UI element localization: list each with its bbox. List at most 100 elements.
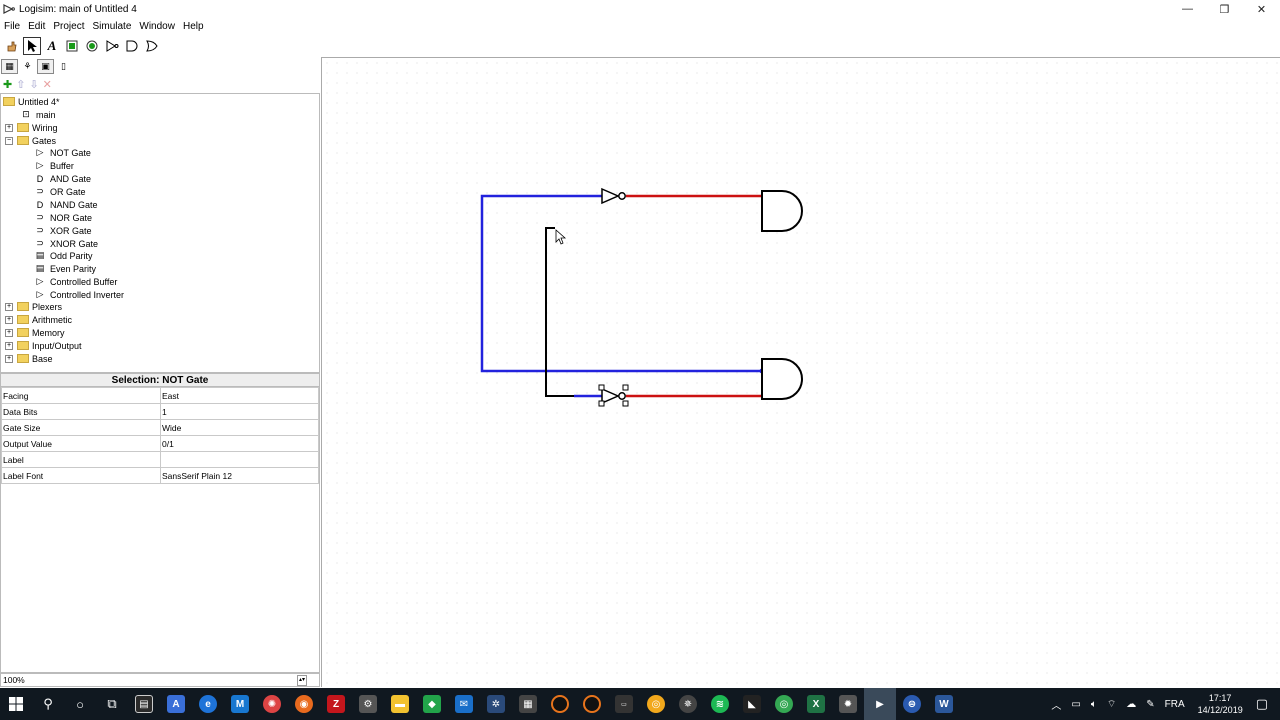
tree-circuit-main[interactable]: ⊡ main (20, 108, 55, 121)
attr-value[interactable]: 0/1 (160, 435, 319, 452)
attr-row-output-value[interactable]: Output Value 0/1 (1, 435, 319, 452)
edge-icon[interactable]: e (192, 688, 224, 720)
app-star-icon[interactable]: ✵ (672, 688, 704, 720)
settings-gear-icon[interactable]: ⚙ (352, 688, 384, 720)
and-gate-bottom[interactable] (761, 358, 803, 400)
tray-chevron-up-icon[interactable]: ︿ (1046, 697, 1066, 712)
tree-folder-wiring[interactable]: + Wiring (5, 121, 58, 134)
input-pin-icon[interactable] (63, 37, 81, 55)
expand-icon[interactable]: + (5, 315, 13, 324)
and-gate-tool-icon[interactable] (123, 37, 141, 55)
zoom-spinner[interactable]: ▴▾ (297, 675, 307, 686)
menu-edit[interactable]: Edit (24, 21, 49, 32)
chrome-icon[interactable]: ◎ (768, 688, 800, 720)
search-icon[interactable]: ⚲ (32, 688, 64, 720)
app-gear-blue-icon[interactable]: ✲ (480, 688, 512, 720)
menu-window[interactable]: Window (135, 21, 179, 32)
menu-file[interactable]: File (0, 21, 24, 32)
or-gate-tool-icon[interactable] (143, 37, 161, 55)
tray-clock[interactable]: 17:17 14/12/2019 (1190, 692, 1251, 716)
attr-value[interactable]: East (160, 387, 319, 404)
tray-pen-icon[interactable]: ✎ (1141, 699, 1159, 710)
not-gate-top[interactable] (601, 187, 626, 205)
app-orange-ring2-icon[interactable] (576, 688, 608, 720)
tree-folder-base[interactable]: + Base (5, 352, 53, 365)
output-pin-icon[interactable] (83, 37, 101, 55)
delete-circuit-icon[interactable]: ✕ (43, 78, 52, 91)
edit-appearance-icon[interactable]: ▯ (55, 59, 72, 74)
spotify-icon[interactable]: ≋ (704, 688, 736, 720)
select-tool-arrow-icon[interactable] (23, 37, 41, 55)
start-windows-icon[interactable] (0, 688, 32, 720)
tree-folder-input-output[interactable]: + Input/Output (5, 339, 82, 352)
text-tool-icon[interactable]: A (43, 37, 61, 55)
expand-icon[interactable]: + (5, 354, 13, 363)
move-up-icon[interactable]: ⇧ (16, 78, 25, 91)
tree-gate-nand[interactable]: D NAND Gate (34, 198, 98, 211)
excel-icon[interactable]: X (800, 688, 832, 720)
tray-cloud-icon[interactable]: ☁︎ (1121, 699, 1141, 710)
attr-value[interactable] (160, 451, 319, 468)
menu-project[interactable]: Project (49, 21, 88, 32)
store-icon[interactable]: ▤ (128, 688, 160, 720)
move-down-icon[interactable]: ⇩ (29, 78, 38, 91)
tree-folder-plexers[interactable]: + Plexers (5, 300, 62, 313)
attr-row-data-bits[interactable]: Data Bits 1 (1, 403, 319, 420)
app-black-icon[interactable]: ◣ (736, 688, 768, 720)
app-tools-icon[interactable]: ✹ (832, 688, 864, 720)
file-explorer-icon[interactable]: ▬ (384, 688, 416, 720)
tree-gate-buffer[interactable]: ▷ Buffer (34, 159, 74, 172)
tray-volume-icon[interactable]: 🔈︎ (1086, 699, 1102, 710)
attr-value[interactable]: Wide (160, 419, 319, 436)
app-lock-icon[interactable]: ⊜ (896, 688, 928, 720)
tree-gate-not[interactable]: ▷ NOT Gate (34, 146, 91, 159)
poke-tool-hand-icon[interactable] (3, 37, 21, 55)
attr-value[interactable]: SansSerif Plain 12 (160, 467, 319, 484)
collapse-icon[interactable]: − (5, 136, 13, 145)
expand-icon[interactable]: + (5, 302, 13, 311)
attr-value[interactable]: 1 (160, 403, 319, 420)
expand-icon[interactable]: + (5, 123, 13, 132)
menu-simulate[interactable]: Simulate (88, 21, 135, 32)
simulation-tree-icon[interactable]: ⚘ (19, 59, 36, 74)
tray-battery-icon[interactable]: ▭ (1066, 699, 1085, 710)
add-circuit-icon[interactable]: ✚ (3, 78, 12, 91)
task-view-icon[interactable]: ⧉ (96, 688, 128, 720)
menu-help[interactable]: Help (179, 21, 208, 32)
tree-project[interactable]: Untitled 4* (3, 95, 60, 108)
tree-gate-and[interactable]: D AND Gate (34, 172, 91, 185)
app-orange-ring-icon[interactable] (544, 688, 576, 720)
close-button[interactable]: ✕ (1243, 0, 1280, 18)
app-green-icon[interactable]: ◆ (416, 688, 448, 720)
app-m-icon[interactable]: M (224, 688, 256, 720)
attr-row-label[interactable]: Label (1, 451, 319, 468)
and-gate-top[interactable] (761, 190, 803, 232)
calculator-icon[interactable]: ▦ (512, 688, 544, 720)
mail-icon[interactable]: ✉ (448, 688, 480, 720)
app-pinwheel-icon[interactable]: ✺ (256, 688, 288, 720)
not-gate-bottom-selected[interactable] (598, 384, 629, 407)
tray-language[interactable]: FRA (1160, 699, 1190, 710)
tree-gate-even-parity[interactable]: ▤ Even Parity (34, 262, 96, 275)
tree-gate-controlled-buffer[interactable]: ▷ Controlled Buffer (34, 275, 118, 288)
tree-gate-or[interactable]: ⊃ OR Gate (34, 185, 85, 198)
tree-gate-nor[interactable]: ⊃ NOR Gate (34, 211, 92, 224)
app-dark-icon[interactable]: ▭ (608, 688, 640, 720)
attr-row-facing[interactable]: Facing East (1, 387, 319, 404)
cortana-icon[interactable]: ○ (64, 688, 96, 720)
logisim-taskbar-icon[interactable]: ▶ (864, 688, 896, 720)
expand-icon[interactable]: + (5, 328, 13, 337)
maximize-button[interactable]: ❐ (1206, 0, 1243, 18)
tree-gate-xor[interactable]: ⊃ XOR Gate (34, 224, 91, 237)
notification-icon[interactable]: ▢ (1251, 696, 1280, 712)
circuit-canvas[interactable] (321, 57, 1280, 687)
word-icon[interactable]: W (928, 688, 960, 720)
edit-layout-icon[interactable]: ▣ (37, 58, 54, 74)
tray-wifi-icon[interactable]: ⌔ (1102, 698, 1121, 711)
attr-row-gate-size[interactable]: Gate Size Wide (1, 419, 319, 436)
tree-folder-arithmetic[interactable]: + Arithmetic (5, 313, 72, 326)
toolbox-view-icon[interactable]: ▦ (1, 58, 18, 74)
filezilla-icon[interactable]: Z (320, 688, 352, 720)
tree-gate-odd-parity[interactable]: ▤ Odd Parity (34, 249, 93, 262)
not-gate-tool-icon[interactable] (103, 37, 121, 55)
